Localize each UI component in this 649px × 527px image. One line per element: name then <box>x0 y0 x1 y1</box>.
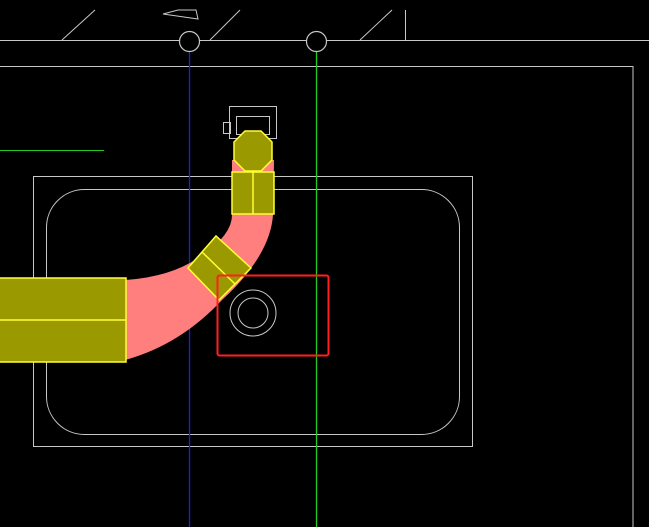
drawing-background <box>0 0 649 527</box>
axis-marker-green-icon[interactable] <box>305 30 328 53</box>
pipe-fitting-head-octagon-icon[interactable] <box>233 130 273 172</box>
axis-marker-blue-icon[interactable] <box>178 30 201 53</box>
cad-drawing-viewport[interactable] <box>0 0 649 527</box>
